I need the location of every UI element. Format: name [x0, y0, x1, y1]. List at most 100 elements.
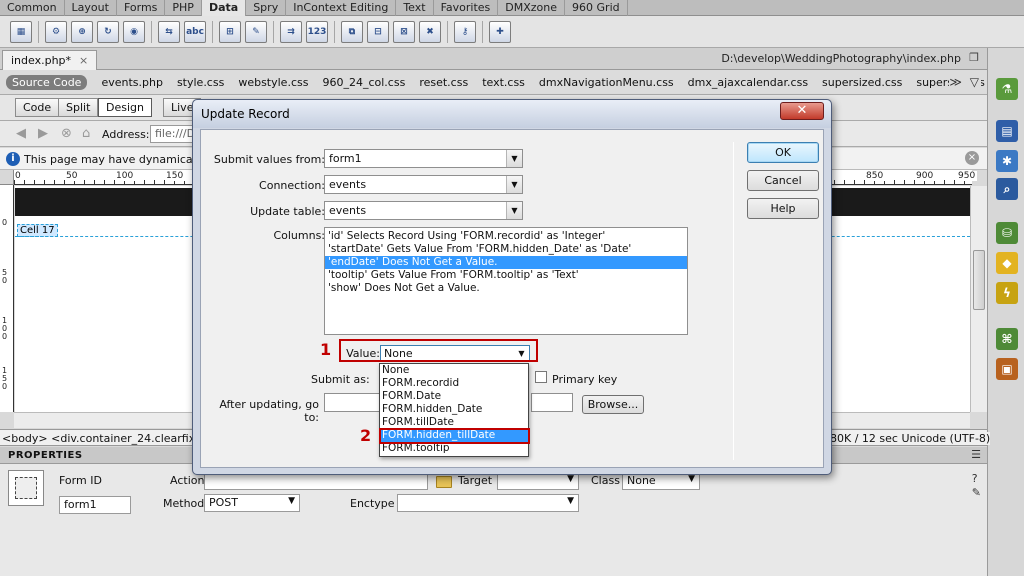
column-row[interactable]: 'endDate' Does Not Get a Value. [325, 256, 687, 269]
insert-tab-data[interactable]: Data [201, 0, 247, 16]
ap-elements-icon[interactable]: ⌕ [996, 178, 1018, 200]
enctype-select[interactable]: ▼ [397, 494, 579, 512]
document-tab[interactable]: index.php* × [2, 50, 98, 70]
enctype-label: Enctype [350, 497, 395, 510]
update-form-icon[interactable]: ⊠ [393, 20, 415, 43]
related-file-link[interactable]: dmx_ajaxcalendar.css [688, 76, 808, 89]
submit-values-select[interactable]: form1 ▼ [324, 149, 523, 168]
submit-as-label: Submit as: [311, 373, 370, 386]
server-behaviors-icon[interactable]: ϟ [996, 282, 1018, 304]
update-record-icon[interactable]: ✎ [245, 20, 267, 43]
update-table-select[interactable]: events ▼ [324, 201, 523, 220]
dynamic-data-icon[interactable]: ⊕ [71, 20, 93, 43]
status-info: 80K / 12 sec Unicode (UTF-8) [830, 432, 991, 445]
related-file-link[interactable]: events.php [101, 76, 163, 89]
flask-icon[interactable]: ⚗ [996, 78, 1018, 100]
show-region-icon[interactable]: ◉ [123, 20, 145, 43]
column-row[interactable]: 'tooltip' Gets Value From 'FORM.tooltip'… [325, 269, 687, 282]
insert-tab-layout[interactable]: Layout [65, 0, 117, 16]
assets-icon[interactable]: ▣ [996, 358, 1018, 380]
filter-icon[interactable]: ≫ ▽ [949, 75, 981, 89]
column-row[interactable]: 'startDate' Gets Value From 'FORM.hidden… [325, 243, 687, 256]
info-icon: i [6, 152, 20, 166]
vertical-scrollbar[interactable] [970, 186, 987, 412]
delete-record-icon[interactable]: ✖ [419, 20, 441, 43]
recordset-paging-icon[interactable]: ⇆ [158, 20, 180, 43]
related-file-link[interactable]: style.css [177, 76, 224, 89]
primary-key-checkbox[interactable] [535, 371, 547, 383]
insert-tab-php[interactable]: PHP [165, 0, 202, 16]
bindings-icon[interactable]: ◆ [996, 252, 1018, 274]
help-button[interactable]: Help [747, 198, 819, 219]
help-icon[interactable]: ? ✎ [972, 472, 981, 500]
method-select[interactable]: POST ▼ [204, 494, 300, 512]
related-file-link[interactable]: 960_24_col.css [322, 76, 405, 89]
form-id-input[interactable]: form1 [59, 496, 131, 514]
insert-tab-960-grid[interactable]: 960 Grid [565, 0, 628, 16]
user-authentication-icon[interactable]: ⚷ [454, 20, 476, 43]
value-option[interactable]: FORM.Date [380, 390, 528, 403]
value-option[interactable]: FORM.recordid [380, 377, 528, 390]
close-icon[interactable]: × [965, 151, 979, 165]
related-file-link[interactable]: supersized.css [822, 76, 902, 89]
insert-tab-favorites[interactable]: Favorites [434, 0, 499, 16]
stored-procedure-icon[interactable]: ⚙ [45, 20, 67, 43]
connection-select[interactable]: events ▼ [324, 175, 523, 194]
after-updating-input-tail[interactable] [531, 393, 573, 412]
databases-icon[interactable]: ⛁ [996, 222, 1018, 244]
related-file-link[interactable]: reset.css [419, 76, 468, 89]
master-detail-icon[interactable]: ⧉ [341, 20, 363, 43]
value-option[interactable]: FORM.hidden_Date [380, 403, 528, 416]
after-updating-input[interactable] [324, 393, 382, 412]
column-row[interactable]: 'id' Selects Record Using 'FORM.recordid… [325, 230, 687, 243]
insert-panel-icon[interactable]: ▤ [996, 120, 1018, 142]
dynamic-text-icon[interactable]: abc [184, 20, 206, 43]
related-file-link[interactable]: dmxNavigationMenu.css [539, 76, 674, 89]
scrollbar-thumb[interactable] [973, 250, 985, 310]
navigation-icon[interactable]: ⇉ [280, 20, 302, 43]
related-file-link[interactable]: text.css [482, 76, 525, 89]
dialog-titlebar[interactable]: Update Record ✕ [193, 100, 831, 128]
source-code-button[interactable]: Source Code [6, 74, 88, 90]
insert-tab-incontext-editing[interactable]: InContext Editing [286, 0, 397, 16]
insert-tab-dmxzone[interactable]: DMXzone [498, 0, 566, 16]
code-view-button[interactable]: Code [15, 98, 60, 117]
folder-icon[interactable] [436, 476, 452, 488]
repeated-region-icon[interactable]: ↻ [97, 20, 119, 43]
home-icon[interactable]: ⌂ [82, 126, 90, 141]
ruler-mark: 0 [2, 218, 8, 227]
columns-list[interactable]: 'id' Selects Record Using 'FORM.recordid… [324, 227, 688, 335]
ruler-mark: 0 [15, 171, 23, 181]
stop-icon[interactable]: ⊗ [61, 126, 72, 141]
column-row[interactable]: 'show' Does Not Get a Value. [325, 282, 687, 295]
right-panel-dock: ⚗ ▤ ✱ ⌕ ⛁ ◆ ϟ ⌘ ▣ [987, 48, 1024, 576]
css-styles-icon[interactable]: ✱ [996, 150, 1018, 172]
related-file-link[interactable]: webstyle.css [238, 76, 308, 89]
insert-record-icon[interactable]: ⊞ [219, 20, 241, 43]
dialog-close-button[interactable]: ✕ [780, 102, 824, 120]
browse-button[interactable]: Browse... [582, 395, 644, 414]
restore-icon[interactable]: ❐ [969, 51, 979, 64]
insert-tab-common[interactable]: Common [0, 0, 65, 16]
ruler-mark: 150 [2, 366, 8, 391]
ruler-origin[interactable] [0, 170, 14, 185]
insert-tab-forms[interactable]: Forms [117, 0, 166, 16]
display-count-icon[interactable]: 123 [306, 20, 328, 43]
insert-tab-text[interactable]: Text [396, 0, 434, 16]
files-icon[interactable]: ⌘ [996, 328, 1018, 350]
forward-icon[interactable]: ▶ [38, 126, 48, 141]
insert-tab-spry[interactable]: Spry [246, 0, 287, 16]
insert-form-icon[interactable]: ⊟ [367, 20, 389, 43]
design-view-button[interactable]: Design [98, 98, 152, 117]
tag-selector[interactable]: <body> <div.container_24.clearfix#co [2, 432, 194, 445]
cancel-button[interactable]: Cancel [747, 170, 819, 191]
split-view-button[interactable]: Split [58, 98, 99, 117]
xslt-icon[interactable]: ✚ [489, 20, 511, 43]
ok-button[interactable]: OK [747, 142, 819, 163]
back-icon[interactable]: ◀ [16, 126, 26, 141]
annotation-step-2: 2 [360, 426, 372, 445]
close-icon[interactable]: × [79, 54, 88, 67]
recordset-icon[interactable]: ▦ [10, 20, 32, 43]
panel-menu-icon[interactable]: ☰ [971, 448, 981, 461]
value-option[interactable]: None [380, 364, 528, 377]
